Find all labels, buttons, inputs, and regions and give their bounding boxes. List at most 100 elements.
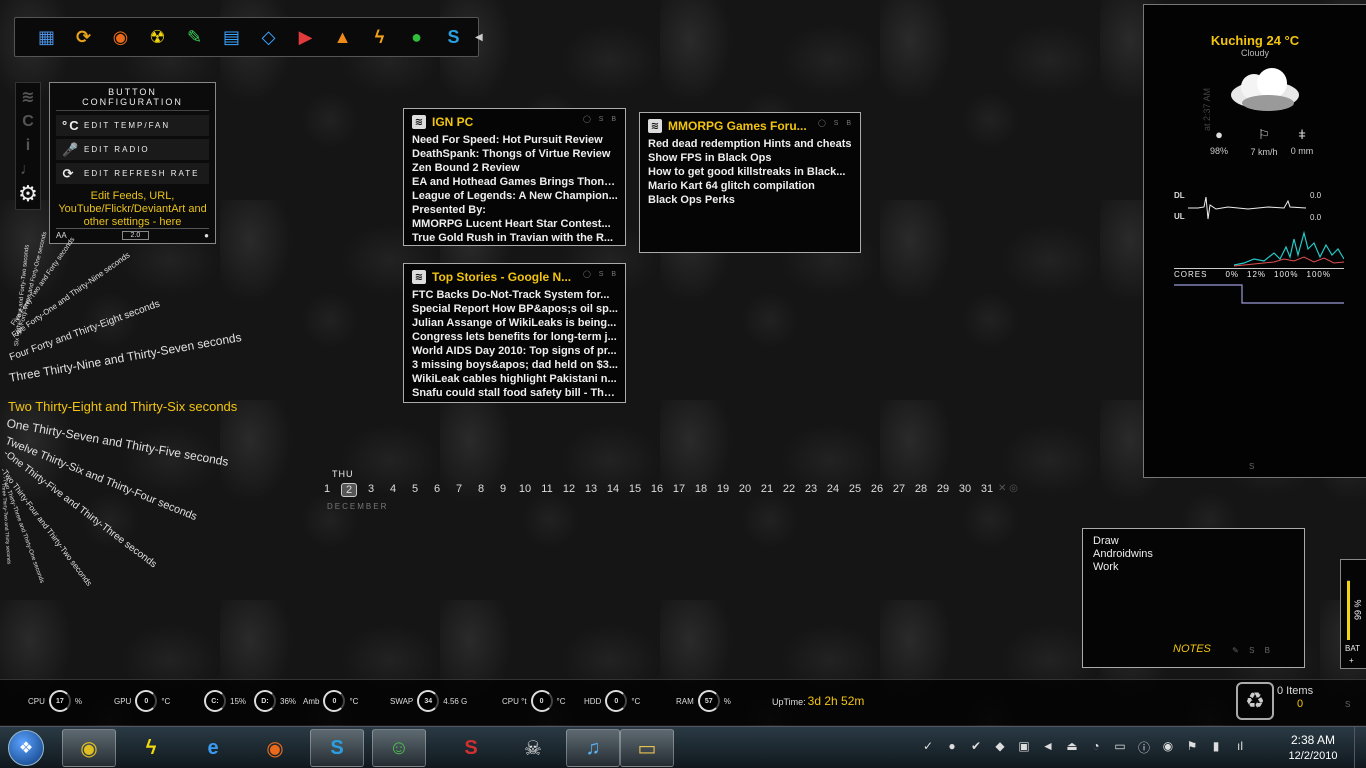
celsius-icon[interactable]: C — [22, 111, 34, 133]
feed-title[interactable]: IGN PC — [432, 115, 473, 129]
calendar-day[interactable]: 8 — [470, 483, 492, 497]
tray-icon[interactable]: ◔ — [1086, 739, 1106, 756]
rss-icon[interactable]: ≋ — [21, 87, 34, 109]
tray-icon[interactable]: ✓ — [918, 739, 938, 756]
superman-taskbar-button[interactable]: S — [444, 729, 498, 767]
pen-icon[interactable]: ✎ — [179, 22, 210, 53]
tray-icon[interactable]: ◆ — [990, 739, 1010, 756]
notes-widget[interactable]: Draw Androidwins Work NOTES ✎ S B — [1082, 528, 1305, 668]
feed-item-link[interactable]: Mario Kart 64 glitch compilation — [648, 179, 854, 193]
font-size-toggle[interactable]: AA — [56, 231, 67, 240]
calendar-day[interactable]: 10 — [514, 483, 536, 497]
calendar-day[interactable]: 22 — [778, 483, 800, 497]
calculator-icon[interactable]: ▤ — [216, 22, 247, 53]
refresh-icon[interactable]: ⟳ — [68, 22, 99, 53]
feed-item-link[interactable]: Show FPS in Black Ops — [648, 151, 854, 165]
tray-icon[interactable]: ▣ — [1014, 739, 1034, 756]
config-row-button[interactable]: 🎤 EDIT RADIO — [56, 139, 209, 160]
tray-icon[interactable]: ◉ — [1158, 739, 1178, 756]
feed-item-link[interactable]: WikiLeak cables highlight Pakistani n... — [412, 372, 619, 386]
calendar-day[interactable]: 5 — [404, 483, 426, 497]
calendar-day[interactable]: 20 — [734, 483, 756, 497]
feed-item-link[interactable]: Congress lets benefits for long-term j..… — [412, 330, 619, 344]
calendar-day[interactable]: 28 — [910, 483, 932, 497]
feed-controls[interactable]: ◯ S B — [583, 115, 619, 123]
gpu-gauge[interactable]: GPU 0 °C — [114, 690, 170, 712]
calendar-day[interactable]: 19 — [712, 483, 734, 497]
feed-item-link[interactable]: How to get good killstreaks in Black... — [648, 165, 854, 179]
calendar-day[interactable]: 2 — [341, 483, 357, 497]
calendar-day[interactable]: 25 — [844, 483, 866, 497]
skype-icon[interactable]: S — [438, 22, 469, 53]
calendar-day[interactable]: 24 — [822, 483, 844, 497]
info-icon[interactable]: i — [26, 135, 30, 157]
lightning-icon[interactable]: ϟ — [364, 22, 395, 53]
vlc-cone-icon[interactable]: ▲ — [327, 22, 358, 53]
tray-icon[interactable]: ▭ — [1110, 739, 1130, 756]
weather-settings-label[interactable]: S — [1249, 462, 1254, 471]
ram-gauge[interactable]: RAM 57% — [676, 690, 731, 712]
calendar-day[interactable]: 7 — [448, 483, 470, 497]
calendar-day[interactable]: 18 — [690, 483, 712, 497]
calendar-day[interactable]: 4 — [382, 483, 404, 497]
recycle-bin-icon[interactable]: ♻ — [1236, 682, 1274, 720]
calendar-day[interactable]: 6 — [426, 483, 448, 497]
explorer-taskbar-button[interactable]: ▭ — [620, 729, 674, 767]
media-player-icon[interactable]: ▶ — [290, 22, 321, 53]
feed-item-link[interactable]: Special Report How BP&apos;s oil sp... — [412, 302, 619, 316]
calendar-day[interactable]: 31 — [976, 483, 998, 497]
feed-item-link[interactable]: Black Ops Perks — [648, 193, 854, 207]
microphone-icon[interactable]: ♩ — [20, 159, 36, 181]
chrome-taskbar-button[interactable]: ◉ — [62, 729, 116, 767]
feed-title[interactable]: Top Stories - Google N... — [432, 270, 571, 284]
feed-controls[interactable]: ◯ S B — [583, 270, 619, 278]
calendar-day[interactable]: 12 — [558, 483, 580, 497]
feed-item-link[interactable]: World AIDS Day 2010: Top signs of pr... — [412, 344, 619, 358]
feed-item-link[interactable]: Red dead redemption Hints and cheats — [648, 137, 854, 151]
drive-d-gauge[interactable]: D: 36% — [250, 690, 296, 712]
winamp-taskbar-button[interactable]: ϟ — [124, 729, 178, 767]
tray-icon[interactable]: ✔ — [966, 739, 986, 756]
calendar-day[interactable]: 23 — [800, 483, 822, 497]
messenger-taskbar-button[interactable]: ☺ — [372, 729, 426, 767]
hdd-gauge[interactable]: HDD 0 °C — [584, 690, 640, 712]
pirate-taskbar-button[interactable]: ☠ — [506, 729, 560, 767]
calendar-day[interactable]: 16 — [646, 483, 668, 497]
edit-feeds-link[interactable]: Edit Feeds, URL, YouTube/Flickr/DeviantA… — [56, 190, 209, 229]
skype-taskbar-button[interactable]: S — [310, 729, 364, 767]
taskbar-clock[interactable]: 2:38 AM 12/2/2010 — [1278, 733, 1348, 762]
sysbar-settings-label[interactable]: S — [1345, 700, 1350, 709]
feed-item-link[interactable]: Julian Assange of WikiLeaks is being... — [412, 316, 619, 330]
tray-icon[interactable]: ıl — [1230, 739, 1250, 756]
amb-gauge[interactable]: Amb 0 °C — [303, 690, 358, 712]
feed-item-link[interactable]: EA and Hothead Games Brings Thong... — [412, 175, 619, 189]
feed-item-link[interactable]: Snafu could stall food safety bill - The… — [412, 386, 619, 400]
calendar-day[interactable]: 11 — [536, 483, 558, 497]
start-button[interactable]: ❖ — [8, 730, 44, 766]
cpu-gauge[interactable]: CPU 17% — [28, 690, 82, 712]
firefox-icon[interactable]: ◉ — [105, 22, 136, 53]
tray-icon[interactable]: ⏏ — [1062, 739, 1082, 756]
config-row-button[interactable]: °C EDIT TEMP/FAN — [56, 115, 209, 136]
calendar-day[interactable]: 27 — [888, 483, 910, 497]
tag-icon[interactable]: ◇ — [253, 22, 284, 53]
drive-c-gauge[interactable]: C: 15% — [200, 690, 246, 712]
feed-item-link[interactable]: Need For Speed: Hot Pursuit Review — [412, 133, 619, 147]
tray-icon[interactable]: ⓘ — [1134, 739, 1154, 756]
tray-icon[interactable]: ◄ — [1038, 739, 1058, 756]
calendar-day[interactable]: 21 — [756, 483, 778, 497]
feed-controls[interactable]: ◯ S B — [818, 119, 854, 127]
drop-icon[interactable]: ● — [401, 22, 432, 53]
config-row-button[interactable]: ⟳ EDIT REFRESH RATE — [56, 163, 209, 184]
calendar-icon[interactable]: ▦ — [31, 22, 62, 53]
feed-item-link[interactable]: 3 missing boys&apos; dad held on $3... — [412, 358, 619, 372]
notes-controls[interactable]: ✎ S B — [1232, 646, 1274, 655]
tray-icon[interactable]: ▮ — [1206, 739, 1226, 756]
feed-item-link[interactable]: True Gold Rush in Travian with the R... — [412, 231, 619, 245]
calendar-day[interactable]: 3 — [360, 483, 382, 497]
calendar-day[interactable]: 30 — [954, 483, 976, 497]
feed-item-link[interactable]: FTC Backs Do-Not-Track System for... — [412, 288, 619, 302]
feed-item-link[interactable]: MMORPG Lucent Heart Star Contest... — [412, 217, 619, 231]
calendar-day[interactable]: 13 — [580, 483, 602, 497]
itunes-taskbar-button[interactable]: ♫ — [566, 729, 620, 767]
